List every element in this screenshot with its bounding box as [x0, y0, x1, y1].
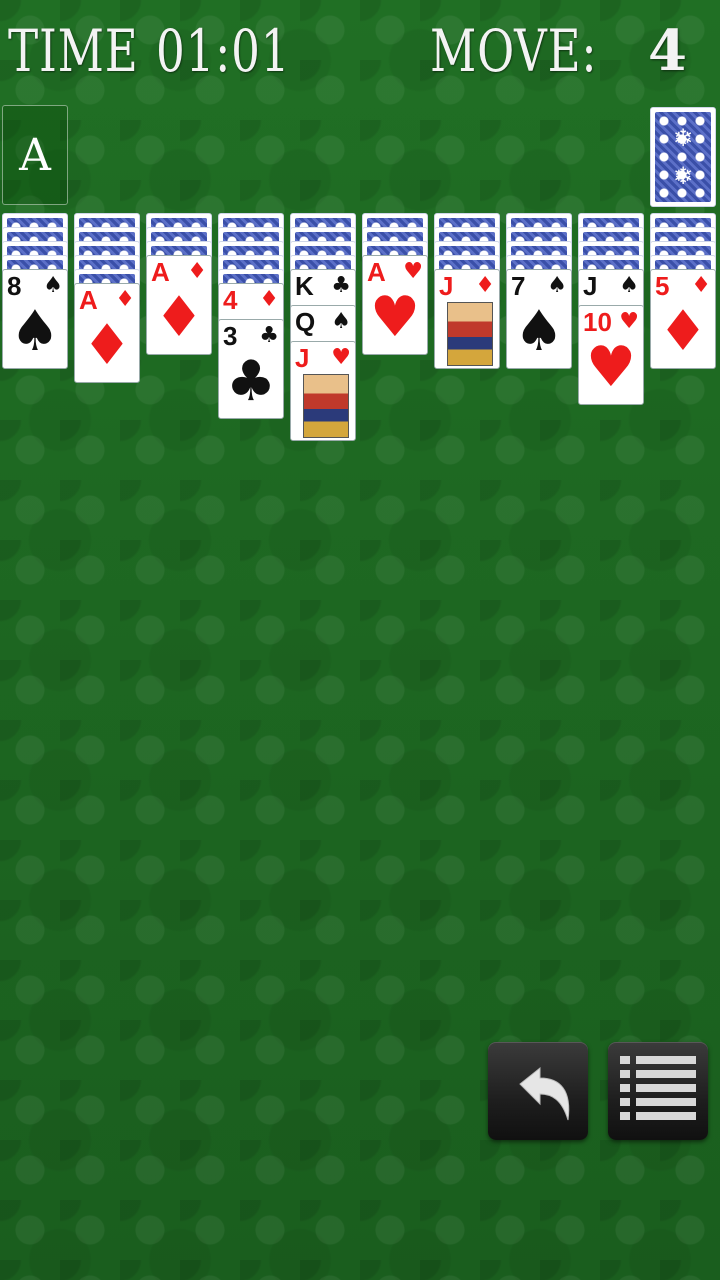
playing-card[interactable]: J ♥	[290, 341, 356, 441]
playing-card[interactable]: A ♦ ♦	[146, 255, 212, 355]
playing-card[interactable]: 8 ♠ ♠	[2, 269, 68, 369]
card-rank: J	[583, 271, 598, 301]
card-suit-icon: ♥	[331, 345, 351, 370]
card-center-suit-icon: ♣	[225, 349, 277, 414]
playing-card[interactable]: A ♦ ♦	[74, 283, 140, 383]
time-label: TIME	[8, 17, 139, 85]
card-suit-icon: ♠	[331, 309, 351, 334]
card-rank: 4	[223, 285, 238, 315]
card-rank: K	[295, 271, 314, 301]
card-rank: 8	[7, 271, 22, 301]
card-rank: J	[439, 271, 454, 301]
card-suit-icon: ♦	[187, 259, 207, 284]
snowflake-icon: ❄	[672, 162, 694, 190]
card-suit-icon: ♣	[331, 273, 351, 298]
card-rank: A	[367, 257, 386, 287]
menu-button[interactable]	[608, 1042, 708, 1140]
card-suit-icon: ♦	[475, 273, 495, 298]
playing-card[interactable]: 3 ♣ ♣	[218, 319, 284, 419]
card-center-suit-icon: ♥	[369, 285, 421, 350]
card-rank: A	[151, 257, 170, 287]
card-rank: 7	[511, 271, 526, 301]
card-center-suit-icon: ♦	[81, 313, 133, 378]
card-suit-icon: ♥	[403, 259, 423, 284]
card-rank: 3	[223, 321, 238, 351]
card-suit-icon: ♠	[547, 273, 567, 298]
card-rank: J	[295, 343, 310, 373]
undo-arrow-icon	[519, 1066, 570, 1121]
card-suit-icon: ♦	[691, 273, 711, 298]
card-suit-icon: ♠	[619, 273, 639, 298]
move-count: 4	[648, 18, 688, 84]
card-center-suit-icon: ♥	[585, 335, 637, 400]
face-card-portrait-icon	[447, 302, 493, 366]
card-suit-icon: ♦	[115, 287, 135, 312]
time-value: 01:01	[156, 17, 291, 85]
undo-button[interactable]	[488, 1042, 588, 1140]
card-suit-icon: ♣	[259, 323, 279, 348]
playing-card[interactable]: J ♦	[434, 269, 500, 369]
card-center-suit-icon: ♦	[153, 285, 205, 350]
snowflake-icon: ❄	[672, 124, 694, 152]
card-center-suit-icon: ♠	[9, 299, 61, 364]
hud-bar: TIME 01:01 MOVE: 4	[0, 8, 720, 88]
move-label: MOVE:	[430, 17, 598, 85]
card-suit-icon: ♠	[43, 273, 63, 298]
card-suit-icon: ♦	[259, 287, 279, 312]
completed-foundation-slot: A	[2, 105, 68, 205]
card-center-suit-icon: ♠	[513, 299, 565, 364]
card-rank: A	[79, 285, 98, 315]
card-rank: 10	[583, 307, 612, 337]
card-rank: Q	[295, 307, 316, 337]
playing-card[interactable]: 7 ♠ ♠	[506, 269, 572, 369]
stock-pile[interactable]: ❄ ❄	[650, 107, 716, 207]
card-center-suit-icon: ♦	[657, 299, 709, 364]
face-card-portrait-icon	[303, 374, 349, 438]
playing-card[interactable]: 5 ♦ ♦	[650, 269, 716, 369]
playing-card[interactable]: A ♥ ♥	[362, 255, 428, 355]
stock-card-back[interactable]	[650, 107, 716, 207]
playing-card[interactable]: 10 ♥ ♥	[578, 305, 644, 405]
menu-list-icon	[620, 1056, 696, 1120]
card-rank: 5	[655, 271, 670, 301]
card-suit-icon: ♥	[619, 309, 639, 334]
